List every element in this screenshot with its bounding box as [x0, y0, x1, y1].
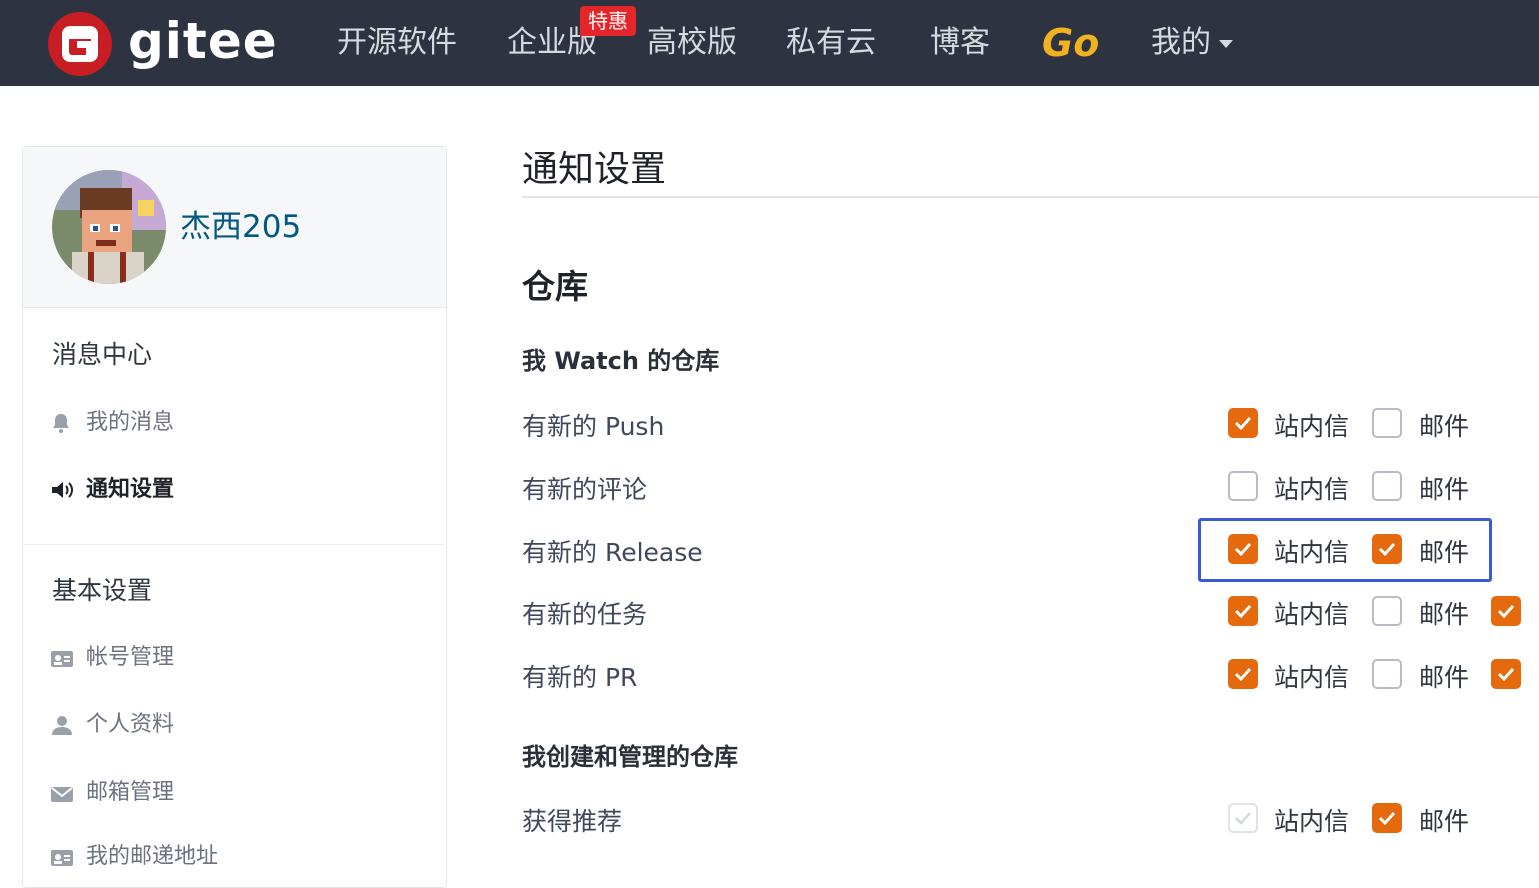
profile-card: 杰西205: [23, 147, 446, 308]
checkbox-task-site[interactable]: [1228, 596, 1258, 626]
sidebar-item-my-messages[interactable]: 我的消息: [50, 405, 174, 441]
title-divider: [522, 196, 1539, 198]
checkbox-task-mail[interactable]: [1372, 596, 1402, 626]
checkbox-push-mail[interactable]: [1372, 408, 1402, 438]
address-card-icon: [50, 844, 76, 866]
sidebar-item-profile[interactable]: 个人资料: [50, 707, 174, 743]
setting-label-release: 有新的 Release: [522, 538, 703, 567]
nav-private-cloud[interactable]: 私有云: [786, 20, 876, 66]
sidebar-item-label: 个人资料: [86, 712, 175, 737]
checkbox-task-extra[interactable]: [1491, 596, 1521, 626]
user-icon: [50, 712, 76, 735]
sidebar-item-notification-settings[interactable]: 通知设置: [50, 472, 174, 508]
sidebar-item-email[interactable]: 邮箱管理: [50, 775, 174, 811]
bell-icon: [50, 410, 76, 433]
setting-label-task: 有新的任务: [522, 600, 648, 629]
section-basic-settings: 基本设置: [52, 576, 153, 605]
sidebar-item-label: 我的消息: [86, 410, 175, 435]
setting-label-recommend: 获得推荐: [522, 807, 623, 836]
nav-mine-dropdown[interactable]: 我的: [1151, 20, 1233, 66]
label-email: 邮件: [1419, 807, 1470, 836]
sidebar-divider: [25, 544, 444, 545]
checkbox-push-site[interactable]: [1228, 408, 1258, 438]
checkbox-pr-mail[interactable]: [1372, 659, 1402, 689]
nav-open-source[interactable]: 开源软件: [337, 20, 457, 66]
checkbox-recommend-site: [1228, 803, 1258, 833]
group-heading-owned: 我创建和管理的仓库: [522, 743, 738, 771]
sidebar-item-label: 我的邮递地址: [86, 844, 219, 869]
nav-mine-label: 我的: [1151, 25, 1211, 60]
setting-label-push: 有新的 Push: [522, 412, 665, 441]
top-navbar: gitee 开源软件 企业版 特惠 高校版 私有云 博客 Go 我的: [0, 0, 1539, 86]
settings-sidebar: 杰西205 消息中心 我的消息 通知设置 基本设置 帐号管理 个人资料 邮箱管理…: [22, 146, 447, 888]
checkbox-pr-extra[interactable]: [1491, 659, 1521, 689]
setting-label-comment: 有新的评论: [522, 475, 648, 504]
avatar[interactable]: [52, 170, 166, 284]
chevron-down-icon: [1219, 39, 1233, 48]
highlight-box: [1198, 518, 1492, 582]
nav-go[interactable]: Go: [1042, 18, 1099, 68]
label-site-message: 站内信: [1274, 807, 1350, 836]
label-email: 邮件: [1419, 663, 1470, 692]
page-title: 通知设置: [522, 149, 667, 190]
label-site-message: 站内信: [1274, 412, 1350, 441]
gitee-logo-icon[interactable]: [48, 12, 112, 76]
nav-education[interactable]: 高校版: [647, 20, 737, 66]
section-message-center: 消息中心: [52, 340, 153, 369]
logo-wordmark[interactable]: gitee: [128, 6, 278, 76]
nav-blog[interactable]: 博客: [930, 20, 990, 66]
checkbox-comment-mail[interactable]: [1372, 471, 1402, 501]
sidebar-item-account[interactable]: 帐号管理: [50, 640, 174, 676]
label-email: 邮件: [1419, 475, 1470, 504]
id-card-icon: [50, 645, 76, 667]
promo-badge: 特惠: [580, 6, 636, 36]
checkbox-pr-site[interactable]: [1228, 659, 1258, 689]
label-site-message: 站内信: [1274, 600, 1350, 629]
sidebar-item-label: 帐号管理: [86, 645, 175, 670]
speaker-icon: [50, 477, 76, 499]
username-link[interactable]: 杰西205: [180, 201, 301, 246]
label-email: 邮件: [1419, 412, 1470, 441]
label-site-message: 站内信: [1274, 475, 1350, 504]
checkbox-comment-site[interactable]: [1228, 471, 1258, 501]
checkbox-recommend-mail[interactable]: [1372, 803, 1402, 833]
sidebar-item-mail-address[interactable]: 我的邮递地址: [50, 839, 218, 875]
group-heading-watched: 我 Watch 的仓库: [522, 347, 720, 375]
sidebar-item-label: 邮箱管理: [86, 780, 175, 805]
sidebar-item-label: 通知设置: [86, 477, 175, 502]
section-heading-repo: 仓库: [522, 267, 588, 306]
setting-label-pr: 有新的 PR: [522, 663, 638, 692]
label-site-message: 站内信: [1274, 663, 1350, 692]
label-email: 邮件: [1419, 600, 1470, 629]
envelope-icon: [50, 780, 76, 802]
